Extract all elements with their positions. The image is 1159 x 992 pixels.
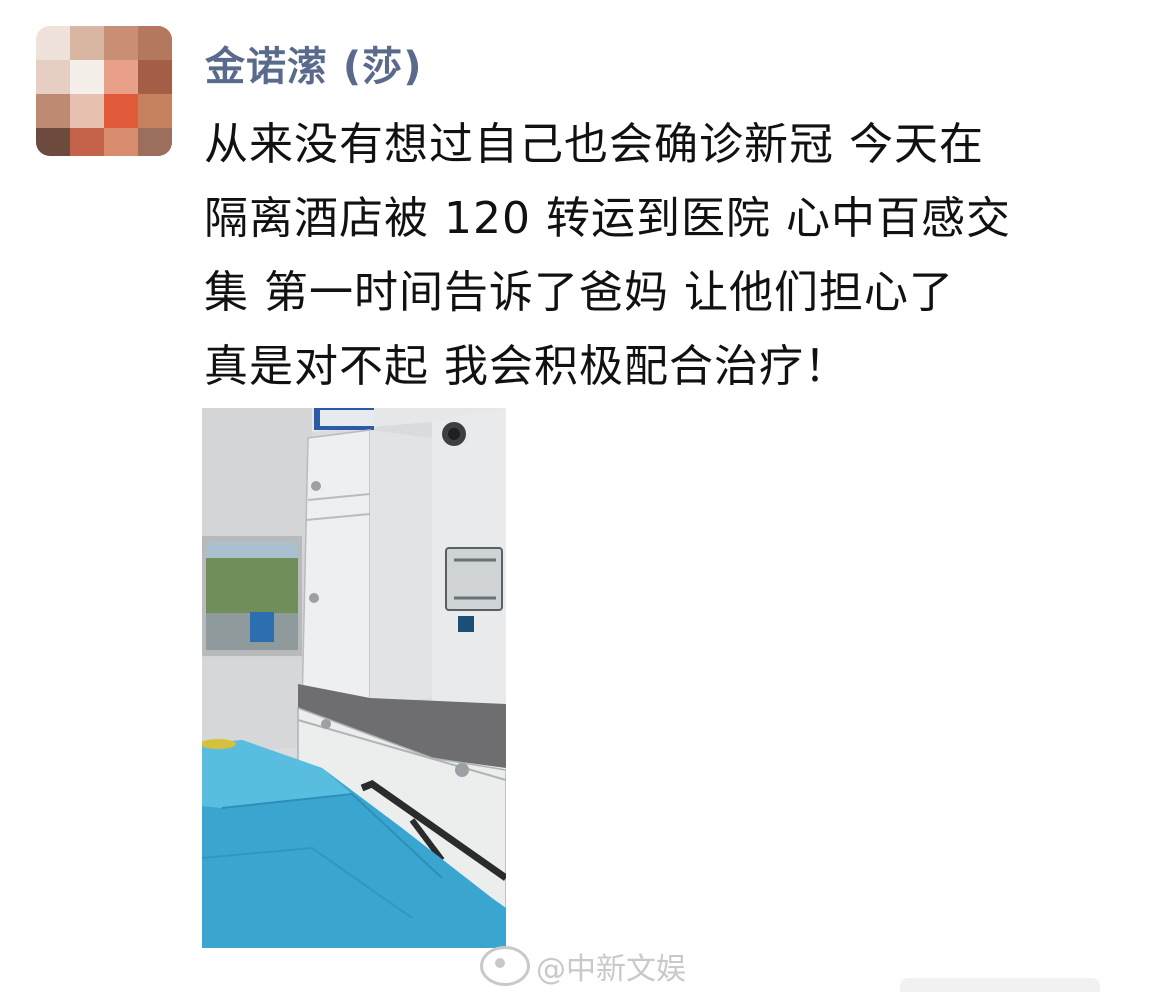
post-photo-ambulance-interior[interactable] [202, 408, 506, 948]
watermark-text: @中新文娱 [536, 952, 686, 987]
footer-divider [900, 978, 1100, 992]
post-content: 从来没有想过自己也会确诊新冠 今天在 隔离酒店被 120 转运到医院 心中百感交… [204, 108, 1124, 404]
author-name[interactable]: 金诺潆 (莎) [205, 34, 423, 92]
post-content-line: 隔离酒店被 120 转运到医院 心中百感交 [204, 193, 1011, 244]
post-content-line: 集 第一时间告诉了爸妈 让他们担心了 [204, 267, 954, 318]
weibo-logo-icon [480, 946, 530, 986]
ambulance-interior-illustration [202, 408, 506, 948]
social-post: 金诺潆 (莎) 从来没有想过自己也会确诊新冠 今天在 隔离酒店被 120 转运到… [0, 0, 1159, 992]
avatar[interactable] [36, 26, 172, 156]
post-content-line: 从来没有想过自己也会确诊新冠 今天在 [204, 119, 984, 170]
watermark: @中新文娱 [480, 944, 686, 988]
post-content-line: 真是对不起 我会积极配合治疗！ [204, 341, 849, 392]
